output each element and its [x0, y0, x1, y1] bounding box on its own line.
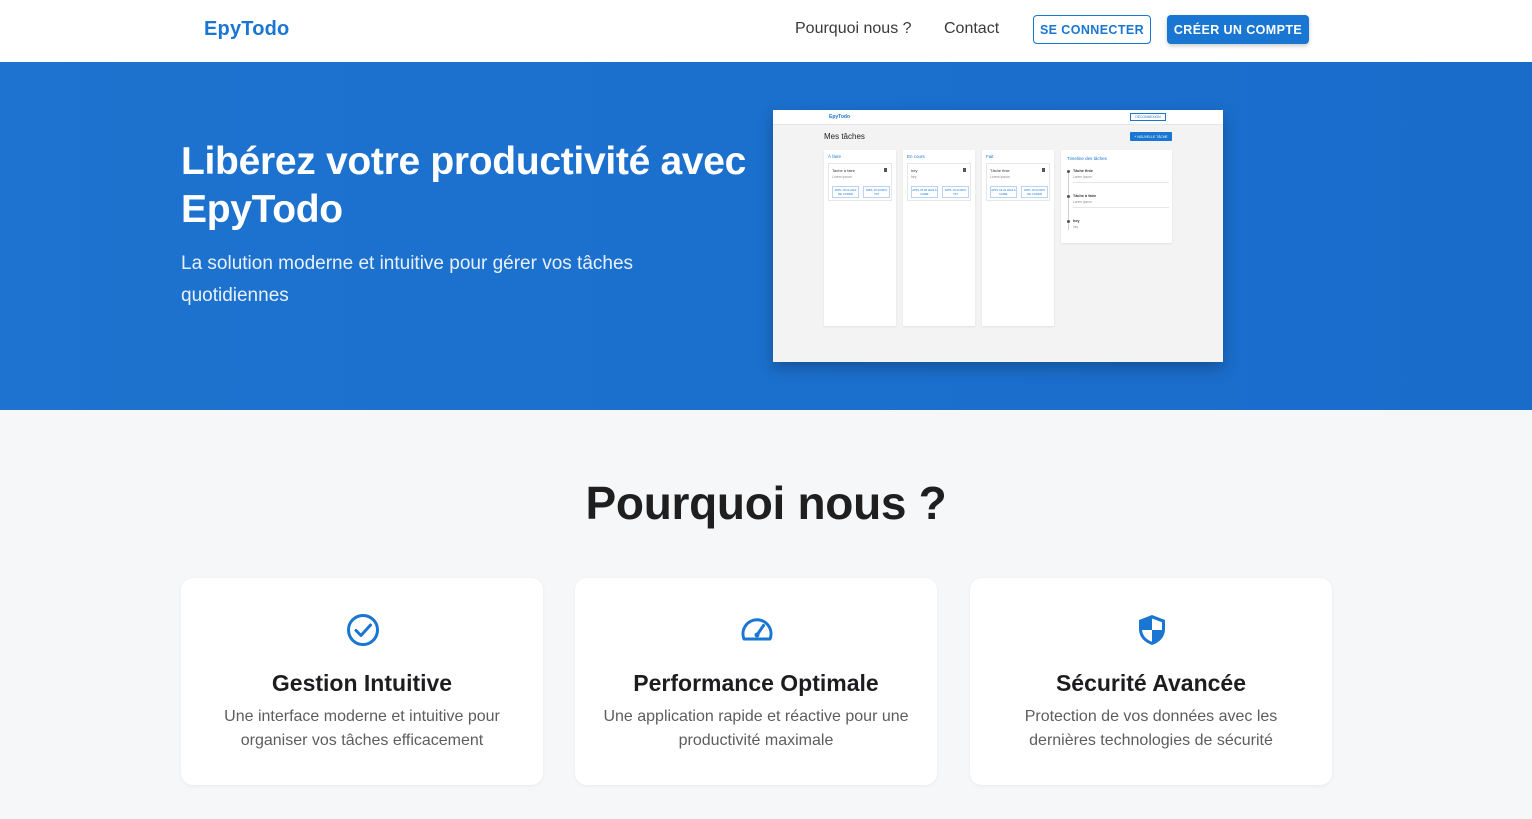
brand-logo[interactable]: EpyTodo [204, 18, 289, 41]
preview-card-desc: Lorem Ipsum [832, 175, 852, 179]
timeline-dot-icon [1067, 220, 1070, 223]
timeline-item-desc: Lorem Ipsum [1073, 175, 1092, 179]
preview-column-title: En cours [907, 154, 925, 159]
feature-card-intuitive: Gestion Intuitive Une interface moderne … [181, 578, 543, 785]
login-button[interactable]: SE CONNECTER [1033, 15, 1151, 44]
timeline-dot-icon [1067, 195, 1070, 198]
nav-link-why-us[interactable]: Pourquoi nous ? [795, 20, 912, 38]
preview-task-card: hey hey APPL 15:28 2024 À FAIRE APPL 15:… [907, 163, 971, 201]
signup-button[interactable]: CRÉER UN COMPTE [1167, 15, 1309, 44]
preview-new-task-button: + NOUVELLE TÂCHE [1130, 132, 1172, 141]
preview-card-chip: APPL 15:24 2024 DE CODER [832, 186, 859, 198]
top-navbar: EpyTodo Pourquoi nous ? Contact SE CONNE… [0, 0, 1532, 62]
timeline-item-desc: Lorem Ipsum [1073, 200, 1092, 204]
preview-card-desc: Lorem Ipsum [990, 175, 1010, 179]
hero-subtitle: La solution moderne et intuitive pour gé… [181, 253, 634, 306]
speedometer-icon [741, 618, 773, 641]
feature-description: Une interface moderne et intuitive pour … [224, 708, 500, 749]
preview-card-chip: APPL 15:24 RDV TAT [863, 186, 890, 198]
preview-timeline-title: Timeline des tâches [1067, 156, 1107, 161]
trash-icon [884, 168, 887, 172]
preview-column-title: À faire [828, 154, 842, 159]
timeline-separator [1073, 207, 1169, 208]
trash-icon [963, 168, 966, 172]
feature-description: Protection de vos données avec les derni… [1024, 708, 1278, 749]
preview-card-name: Tâche finie [990, 168, 1010, 173]
shield-icon [1139, 615, 1165, 645]
preview-card-chip: APPL 15:24 2024 À FAIRE [990, 186, 1017, 198]
check-circle-icon [347, 614, 379, 646]
preview-card-chip: APPL 15:28 2024 À FAIRE [911, 186, 938, 198]
nav-link-contact[interactable]: Contact [944, 20, 999, 38]
preview-timeline: Timeline des tâches Tâche finie Lorem Ip… [1061, 150, 1172, 243]
preview-column-done: Fait Tâche finie Lorem Ipsum APPL 15:24 … [982, 150, 1054, 326]
preview-column-title: Fait [986, 154, 994, 159]
hero-section: Libérez votre productivité avec EpyTodo … [0, 62, 1532, 410]
trash-icon [1042, 168, 1045, 172]
feature-title: Sécurité Avancée [1055, 670, 1247, 696]
timeline-item-desc: hey [1073, 225, 1079, 229]
preview-card-name: hey [911, 168, 918, 173]
preview-page-title: Mes tâches [824, 132, 865, 141]
timeline-dot-icon [1067, 170, 1070, 173]
preview-card-name: Tache à faire [832, 168, 855, 173]
hero-title: Libérez votre productivité avec EpyTodo [181, 140, 747, 231]
feature-title: Performance Optimale [633, 670, 879, 696]
preview-column-in-progress: En cours hey hey APPL 15:28 2024 À FAIRE… [903, 150, 975, 326]
preview-task-card: Tache à faire Lorem Ipsum APPL 15:24 202… [828, 163, 892, 201]
preview-card-chip: APPL 15:24 RDV DE CODER [1021, 186, 1048, 198]
why-us-title: Pourquoi nous ? [585, 477, 947, 529]
preview-brand: EpyTodo [829, 114, 851, 120]
preview-logout-button: DÉCONNEXION [1130, 113, 1166, 121]
preview-navbar: EpyTodo DÉCONNEXION [773, 110, 1223, 125]
timeline-separator [1073, 182, 1169, 183]
feature-description: Une application rapide et réactive pour … [603, 708, 909, 749]
feature-card-security: Sécurité Avancée Protection de vos donné… [970, 578, 1332, 785]
feature-title: Gestion Intuitive [271, 670, 453, 696]
preview-task-card: Tâche finie Lorem Ipsum APPL 15:24 2024 … [986, 163, 1050, 201]
app-preview-image: EpyTodo DÉCONNEXION Mes tâches + NOUVELL… [773, 110, 1223, 362]
timeline-item-name: Tâche finie [1073, 169, 1093, 173]
preview-column-todo: À faire Tache à faire Lorem Ipsum APPL 1… [824, 150, 896, 326]
feature-card-performance: Performance Optimale Une application rap… [575, 578, 937, 785]
timeline-item-name: Tâche à faire [1073, 194, 1097, 198]
timeline-item-name: hey [1073, 219, 1080, 223]
preview-card-chip: APPL 15:24 RDV TAT [942, 186, 969, 198]
preview-card-desc: hey [911, 175, 917, 179]
